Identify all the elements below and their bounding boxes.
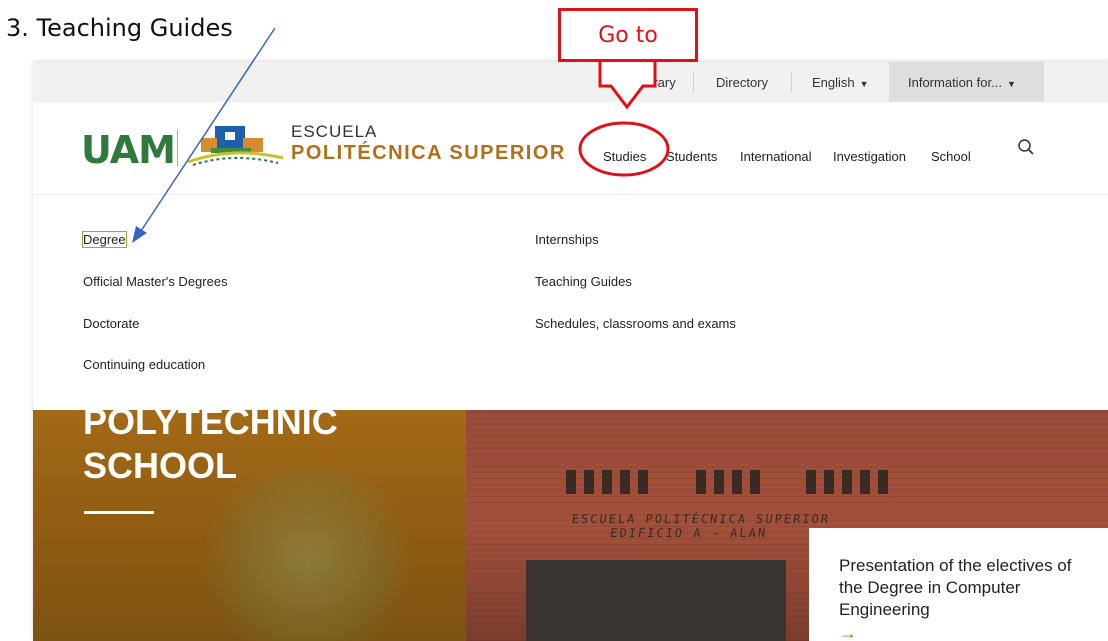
- news-card-text: Presentation of the electives of the Deg…: [839, 556, 1072, 619]
- website-screenshot: Library Directory English ▼ Information f…: [33, 62, 1108, 641]
- menu-item-internships[interactable]: Internships: [535, 232, 599, 247]
- language-selector[interactable]: English ▼: [812, 75, 869, 90]
- eps-building-logo-icon: [187, 126, 284, 166]
- building-window: [806, 470, 816, 494]
- go-to-callout: Go to: [558, 8, 698, 62]
- caret-down-icon: ▼: [1006, 79, 1016, 89]
- building-sign: ESCUELA POLITÉCNICA SUPERIOR EDIFICIO A …: [570, 512, 831, 540]
- menu-item-doctorate[interactable]: Doctorate: [83, 316, 139, 331]
- menu-item-schedules[interactable]: Schedules, classrooms and exams: [535, 316, 736, 331]
- building-window: [602, 470, 612, 494]
- building-window: [696, 470, 706, 494]
- menu-item-degree[interactable]: Degree: [82, 231, 127, 248]
- building-window: [860, 470, 870, 494]
- information-for-text: Information for...: [908, 75, 1002, 90]
- utility-bar: Library Directory English ▼ Information f…: [33, 62, 1108, 102]
- building-window: [638, 470, 648, 494]
- uam-logo[interactable]: UAM: [81, 128, 176, 172]
- building-window: [714, 470, 724, 494]
- hero-title: POLYTECHNIC SCHOOL: [83, 410, 338, 488]
- hero-overlay: POLYTECHNIC SCHOOL: [33, 410, 466, 641]
- building-window: [750, 470, 760, 494]
- building-sign-line2: EDIFICIO A - ALAN: [609, 526, 768, 540]
- information-for-label: Information for... ▼: [908, 75, 1016, 90]
- main-header: UAM ESCUELA POLITÉCNICA SUPERIOR Studies…: [33, 102, 1108, 195]
- hero-title-line1: POLYTECHNIC: [83, 410, 338, 442]
- callout-text: Go to: [598, 23, 658, 48]
- nav-international[interactable]: International: [740, 149, 812, 164]
- building-window: [732, 470, 742, 494]
- directory-link[interactable]: Directory: [716, 75, 768, 90]
- studies-mega-menu: Degree Official Master's Degrees Doctora…: [33, 195, 1108, 410]
- library-link[interactable]: Library: [636, 75, 676, 90]
- menu-item-teaching-guides[interactable]: Teaching Guides: [535, 274, 632, 289]
- nav-school[interactable]: School: [931, 149, 971, 164]
- building-entrance: [526, 560, 786, 641]
- search-icon[interactable]: [1017, 138, 1035, 156]
- nav-investigation[interactable]: Investigation: [833, 149, 906, 164]
- hero-title-line2: SCHOOL: [83, 445, 238, 486]
- building-window: [566, 470, 576, 494]
- building-window: [584, 470, 594, 494]
- logo-escuela-text: ESCUELA: [291, 122, 378, 141]
- menu-item-continuing-education[interactable]: Continuing education: [83, 357, 205, 372]
- building-sign-line1: ESCUELA POLITÉCNICA SUPERIOR: [571, 512, 831, 526]
- building-window: [824, 470, 834, 494]
- divider: [693, 72, 694, 92]
- building-window: [878, 470, 888, 494]
- nav-studies[interactable]: Studies: [603, 149, 646, 164]
- annotation-heading: 3. Teaching Guides: [6, 14, 233, 42]
- hero-underline: [84, 511, 154, 514]
- nav-students[interactable]: Students: [666, 149, 717, 164]
- arrow-right-icon[interactable]: →: [839, 623, 857, 641]
- hero-banner: POLYTECHNIC SCHOOL ESCUELA POLITÉCNICA S…: [33, 410, 1108, 641]
- logo-divider: [177, 130, 178, 166]
- caret-down-icon: ▼: [859, 79, 869, 89]
- divider: [791, 72, 792, 92]
- menu-item-official-masters[interactable]: Official Master's Degrees: [83, 274, 228, 289]
- news-card[interactable]: Presentation of the electives of the Deg…: [809, 528, 1108, 641]
- information-for-dropdown[interactable]: Information for... ▼: [889, 62, 1044, 102]
- building-window: [842, 470, 852, 494]
- language-label: English: [812, 75, 855, 90]
- logo-politecnica-text: POLITÉCNICA SUPERIOR: [291, 142, 566, 164]
- building-window: [620, 470, 630, 494]
